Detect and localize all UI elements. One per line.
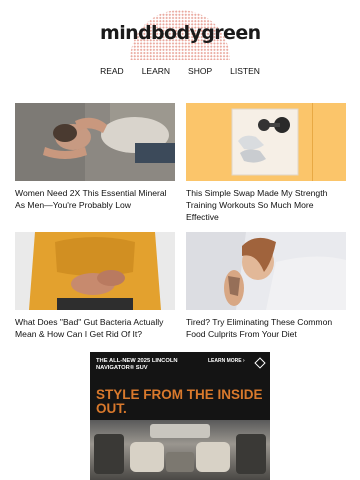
lincoln-ad-banner[interactable]: THE ALL-NEW 2025 LINCOLN NAVIGATOR® SUV …	[90, 352, 270, 480]
site-header: mindbodygreen READ LEARN SHOP LISTEN	[0, 0, 360, 92]
article-title[interactable]: Women Need 2X This Essential Mineral As …	[15, 187, 175, 211]
car-interior-image	[90, 420, 270, 480]
article-title[interactable]: This Simple Swap Made My Strength Traini…	[186, 187, 346, 223]
article-card[interactable]: Tired? Try Eliminating These Common Food…	[186, 232, 346, 340]
main-nav: READ LEARN SHOP LISTEN	[0, 66, 360, 76]
ad-headline: STYLE FROM THE INSIDE OUT.	[96, 387, 263, 416]
car-seats-graphic	[94, 424, 266, 474]
ad-top-line: THE ALL-NEW 2025 LINCOLN NAVIGATOR® SUV	[96, 358, 178, 371]
article-title[interactable]: Tired? Try Eliminating These Common Food…	[186, 316, 346, 340]
article-card[interactable]: Women Need 2X This Essential Mineral As …	[15, 103, 175, 211]
lincoln-emblem-icon	[254, 357, 266, 369]
article-card[interactable]: This Simple Swap Made My Strength Traini…	[186, 103, 346, 223]
article-card[interactable]: What Does "Bad" Gut Bacteria Actually Me…	[15, 232, 175, 340]
woman-sleeping-image	[186, 232, 346, 310]
nav-item-shop[interactable]: SHOP	[188, 66, 212, 76]
site-logo[interactable]: mindbodygreen	[100, 8, 260, 60]
nav-item-learn[interactable]: LEARN	[142, 66, 170, 76]
ad-learn-more-link[interactable]: LEARN MORE ›	[208, 358, 245, 364]
man-lying-image	[15, 103, 175, 181]
nav-item-read[interactable]: READ	[100, 66, 124, 76]
article-thumbnail[interactable]	[15, 103, 175, 181]
sneakers-dumbbell-image	[186, 103, 346, 181]
article-thumbnail[interactable]	[15, 232, 175, 310]
logo-text: mindbodygreen	[100, 22, 260, 44]
nav-item-listen[interactable]: LISTEN	[230, 66, 260, 76]
article-thumbnail[interactable]	[186, 103, 346, 181]
article-title[interactable]: What Does "Bad" Gut Bacteria Actually Me…	[15, 316, 175, 340]
article-thumbnail[interactable]	[186, 232, 346, 310]
stomach-hands-image	[15, 232, 175, 310]
